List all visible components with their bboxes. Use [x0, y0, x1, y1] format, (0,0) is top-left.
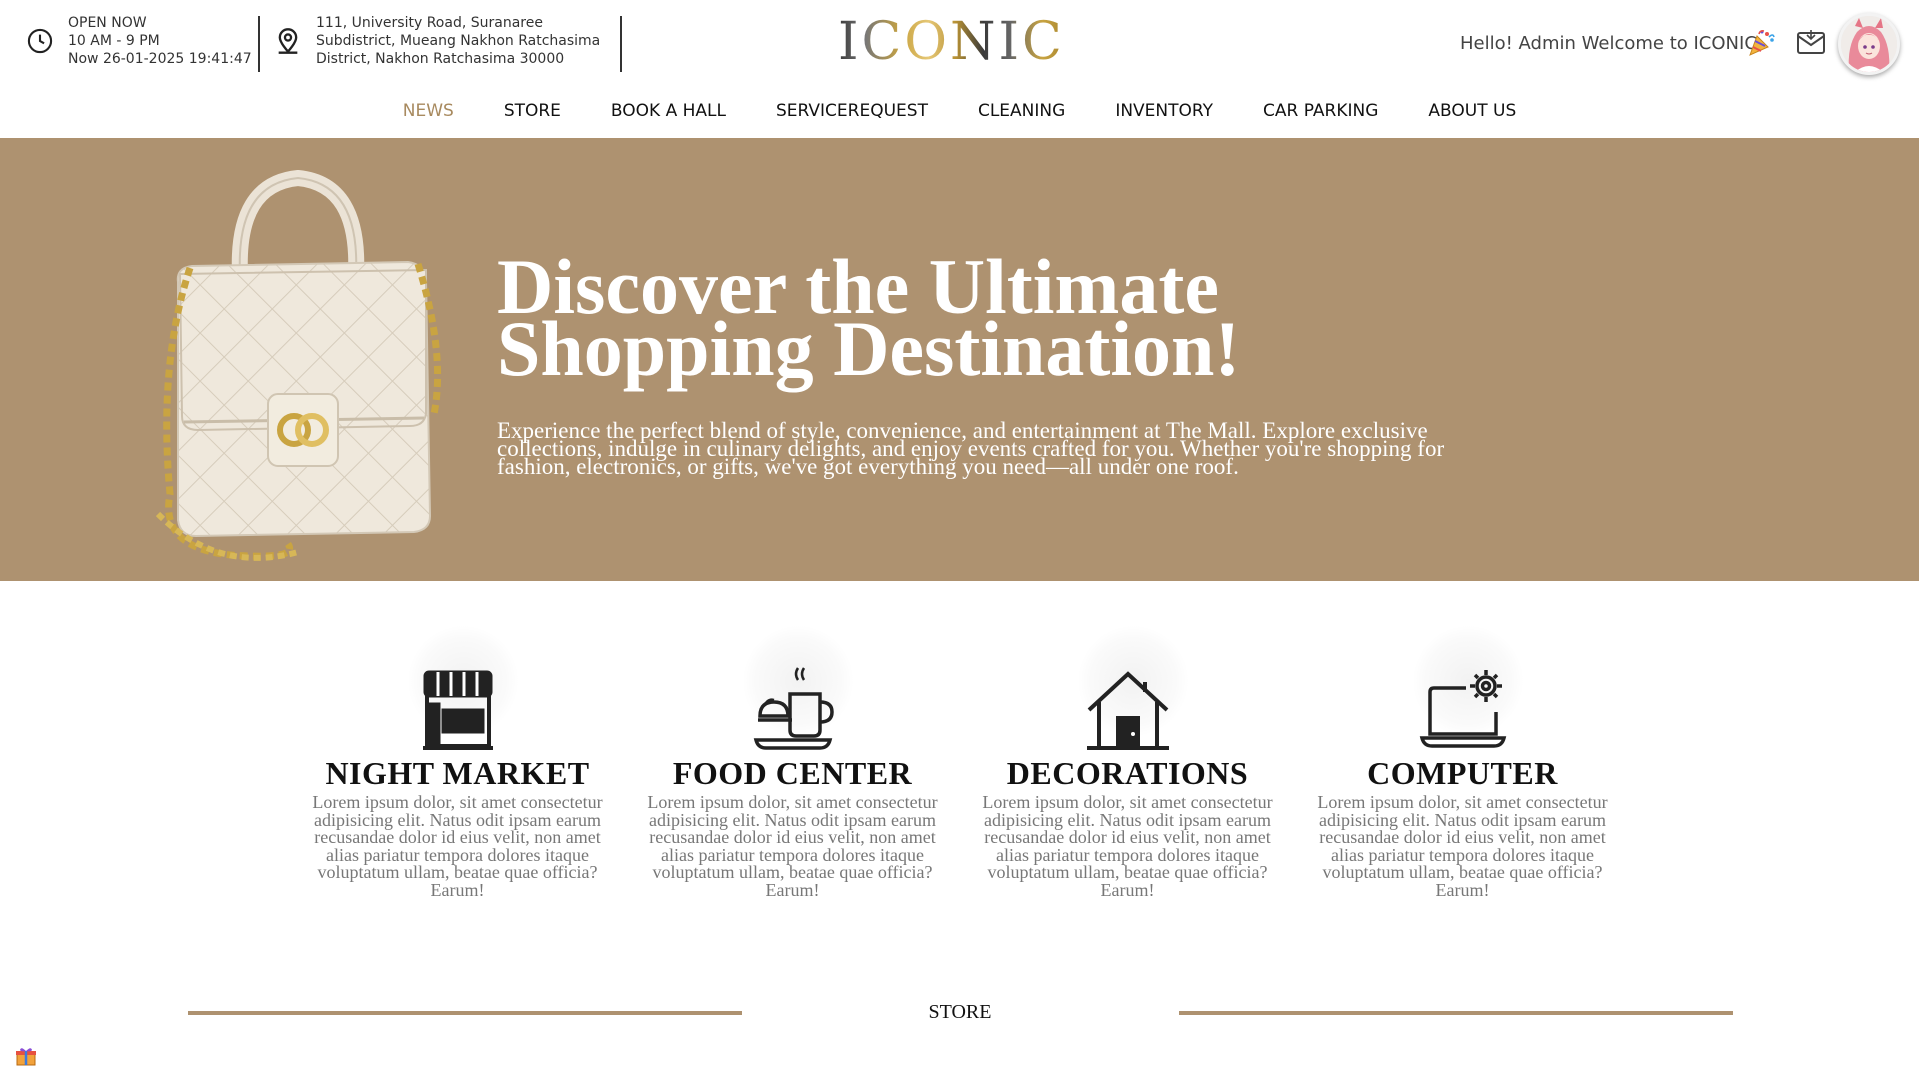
feature-food-center[interactable]: FOOD CENTER Lorem ipsum dolor, sit amet …	[625, 626, 960, 900]
hero-title-line-2: Shopping Destination!	[497, 305, 1241, 392]
house-icon	[1086, 671, 1169, 750]
top-bar: OPEN NOW 10 AM - 9 PM Now 26-01-2025 19:…	[0, 0, 1919, 88]
feature-title: FOOD CENTER	[672, 755, 913, 791]
hero-subtitle: Experience the perfect blend of style, c…	[497, 418, 1445, 479]
divider	[620, 16, 622, 72]
store-section-title: STORE	[928, 1001, 992, 1023]
nav-about-us[interactable]: ABOUT US	[1403, 96, 1541, 126]
site-logo[interactable]: ICONIC	[838, 12, 1065, 72]
nav-news[interactable]: NEWS	[378, 96, 479, 126]
hours-info: OPEN NOW 10 AM - 9 PM Now 26-01-2025 19:…	[26, 14, 252, 68]
main-nav: NEWS STORE BOOK A HALL SERVICEREQUEST CL…	[0, 96, 1919, 126]
address-line-1: 111, University Road, Suranaree	[316, 15, 543, 31]
feature-night-market[interactable]: NIGHT MARKET Lorem ipsum dolor, sit amet…	[290, 626, 625, 900]
market-stall-icon	[422, 670, 493, 750]
feature-text: Lorem ipsum dolor, sit amet consectetur …	[1317, 792, 1608, 900]
nav-car-parking[interactable]: CAR PARKING	[1238, 96, 1403, 126]
address-line-3: District, Nakhon Ratchasima 30000	[316, 51, 565, 67]
feature-decorations[interactable]: DECORATIONS Lorem ipsum dolor, sit amet …	[960, 626, 1295, 900]
address-line-2: Subdistrict, Mueang Nakhon Ratchasima	[316, 33, 601, 49]
feature-title: COMPUTER	[1367, 755, 1558, 791]
laptop-gear-icon	[1419, 670, 1506, 748]
feature-text: Lorem ipsum dolor, sit amet consectetur …	[312, 792, 603, 900]
hero-banner: Discover the Ultimate Shopping Destinati…	[0, 138, 1919, 581]
greeting-text: Hello! Admin Welcome to ICONIC	[1460, 33, 1757, 54]
divider	[258, 16, 260, 72]
open-status: OPEN NOW	[68, 15, 147, 31]
store-divider-left	[188, 1011, 742, 1015]
current-datetime: Now 26-01-2025 19:41:47	[68, 51, 252, 67]
party-popper-icon	[1749, 30, 1775, 56]
feature-title: DECORATIONS	[1006, 755, 1249, 791]
nav-inventory[interactable]: INVENTORY	[1090, 96, 1238, 126]
nav-service-request[interactable]: SERVICEREQUEST	[751, 96, 953, 126]
feature-list: NIGHT MARKET Lorem ipsum dolor, sit amet…	[290, 626, 1630, 900]
feature-title: NIGHT MARKET	[325, 755, 590, 791]
feature-computer[interactable]: COMPUTER Lorem ipsum dolor, sit amet con…	[1295, 626, 1630, 900]
nav-store[interactable]: STORE	[479, 96, 586, 126]
clock-icon	[27, 28, 53, 54]
hero-title: Discover the Ultimate Shopping Destinati…	[497, 248, 1397, 388]
user-avatar[interactable]	[1838, 13, 1900, 75]
avatar-image	[1841, 16, 1897, 72]
coffee-cup-icon	[753, 667, 834, 750]
feature-text: Lorem ipsum dolor, sit amet consectetur …	[982, 792, 1273, 900]
nav-cleaning[interactable]: CLEANING	[953, 96, 1090, 126]
location-pin-icon	[278, 28, 298, 54]
store-divider-right	[1179, 1011, 1733, 1015]
nav-book-a-hall[interactable]: BOOK A HALL	[586, 96, 751, 126]
feature-text: Lorem ipsum dolor, sit amet consectetur …	[647, 792, 938, 900]
gift-box-icon[interactable]	[15, 1046, 37, 1066]
opening-hours: 10 AM - 9 PM	[68, 33, 160, 49]
mail-inbox-icon[interactable]	[1796, 28, 1826, 56]
address-info: 111, University Road, Suranaree Subdistr…	[274, 14, 600, 68]
handbag-image	[155, 169, 442, 561]
